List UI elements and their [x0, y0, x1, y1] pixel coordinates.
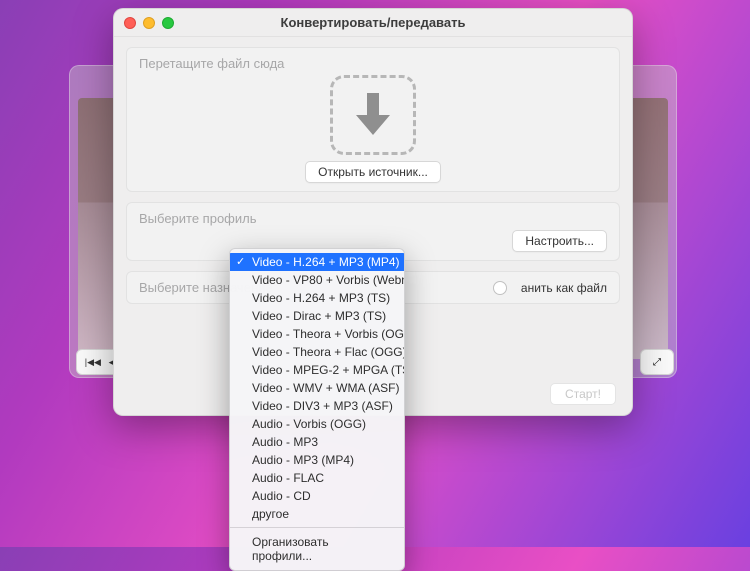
profile-option[interactable]: Audio - FLAC	[230, 469, 404, 487]
drop-zone[interactable]	[330, 75, 416, 155]
profile-settings-button[interactable]: Настроить...	[512, 230, 607, 252]
profile-option[interactable]: Video - WMV + WMA (ASF)	[230, 379, 404, 397]
drop-file-panel: Перетащите файл сюда Открыть источник...	[126, 47, 620, 192]
profile-dropdown-menu: Video - H.264 + MP3 (MP4)Video - VP80 + …	[229, 248, 405, 571]
dropdown-separator	[230, 527, 404, 528]
profile-option[interactable]: Video - H.264 + MP3 (TS)	[230, 289, 404, 307]
save-as-file-radio[interactable]	[493, 281, 507, 295]
profile-option[interactable]: Audio - MP3 (MP4)	[230, 451, 404, 469]
player-fullscreen-button[interactable]: ⤢	[640, 349, 674, 375]
save-as-file-radio-label: анить как файл	[521, 281, 607, 295]
titlebar: Конвертировать/передавать	[114, 9, 632, 37]
fullscreen-icon: ⤢	[653, 357, 661, 368]
profile-option[interactable]: Video - H.264 + MP3 (MP4)	[230, 253, 404, 271]
profile-option[interactable]: Video - MPEG-2 + MPGA (TS)	[230, 361, 404, 379]
player-prev-button[interactable]: |◀◀	[85, 357, 101, 368]
profile-option[interactable]: другое	[230, 505, 404, 523]
profile-option[interactable]: Video - VP80 + Vorbis (Webm)	[230, 271, 404, 289]
organize-profiles-option[interactable]: Организовать профили...	[230, 532, 404, 566]
down-arrow-icon	[354, 91, 392, 139]
close-button[interactable]	[124, 17, 136, 29]
start-button[interactable]: Старт!	[550, 383, 616, 405]
window-title: Конвертировать/передавать	[114, 15, 632, 30]
profile-option[interactable]: Audio - CD	[230, 487, 404, 505]
minimize-button[interactable]	[143, 17, 155, 29]
profile-option[interactable]: Audio - MP3	[230, 433, 404, 451]
profile-option[interactable]: Audio - Vorbis (OGG)	[230, 415, 404, 433]
profile-option[interactable]: Video - DIV3 + MP3 (ASF)	[230, 397, 404, 415]
drop-file-label: Перетащите файл сюда	[139, 56, 607, 71]
profile-option[interactable]: Video - Theora + Vorbis (OGG)	[230, 325, 404, 343]
profile-option[interactable]: Video - Theora + Flac (OGG)	[230, 343, 404, 361]
maximize-button[interactable]	[162, 17, 174, 29]
open-source-button[interactable]: Открыть источник...	[305, 161, 441, 183]
profile-option[interactable]: Video - Dirac + MP3 (TS)	[230, 307, 404, 325]
profile-label: Выберите профиль	[139, 211, 607, 226]
